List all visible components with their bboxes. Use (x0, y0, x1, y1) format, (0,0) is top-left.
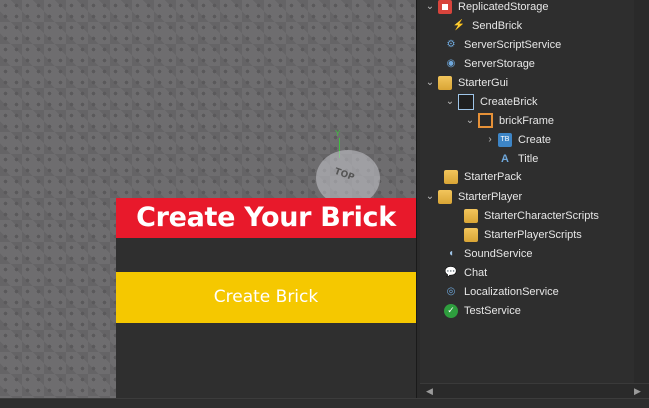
gizmo-y-axis-label: Y (335, 129, 341, 138)
tree-row-sound-service[interactable]: ◖ SoundService (444, 244, 649, 263)
tree-label: StarterPack (464, 170, 522, 183)
explorer-vertical-scrollbar[interactable] (634, 0, 649, 383)
tree-label: Create (518, 133, 552, 146)
tree-label: ServerScriptService (464, 38, 562, 51)
tree-row-starter-player[interactable]: ⌄ StarterPlayer (424, 187, 638, 206)
explorer-panel: ⌄ ReplicatedStorage ⚡ SendBrick ⚙ Server… (420, 0, 649, 398)
expand-arrow-icon[interactable]: ⌄ (424, 191, 436, 202)
tree-label: LocalizationService (464, 285, 559, 298)
tree-label: brickFrame (499, 114, 555, 127)
expand-arrow-icon[interactable]: ⌄ (464, 115, 476, 126)
server-script-service-icon: ⚙ (446, 39, 456, 50)
screen-gui-icon (458, 93, 474, 110)
expand-arrow-icon[interactable]: ⌄ (424, 1, 436, 12)
tree-label: StarterPlayerScripts (484, 228, 582, 241)
tree-row-server-storage[interactable]: ◉ ServerStorage (444, 54, 649, 73)
tree-row-starter-player-scripts[interactable]: StarterPlayerScripts (464, 225, 649, 244)
starter-pack-icon (444, 169, 458, 184)
test-service-icon: ✓ (444, 303, 458, 318)
starter-player-icon (438, 189, 452, 204)
tree-label: SendBrick (472, 19, 523, 32)
starter-gui-icon (438, 75, 452, 90)
tree-label: TestService (464, 304, 521, 317)
gui-title: Create Your Brick (116, 198, 416, 238)
tree-row-localization-service[interactable]: ◎ LocalizationService (444, 282, 649, 301)
tree-label: ReplicatedStorage (458, 0, 549, 13)
expand-arrow-icon[interactable]: ⌄ (444, 96, 456, 107)
tree-label: Chat (464, 266, 488, 279)
create-brick-button[interactable]: Create Brick (116, 272, 416, 323)
replicated-storage-icon (438, 0, 452, 14)
text-button-icon: TB (498, 132, 512, 147)
folder-icon (464, 227, 478, 242)
tree-label: StarterGui (458, 76, 509, 89)
tree-row-send-brick[interactable]: ⚡ SendBrick (452, 16, 649, 35)
expand-arrow-icon[interactable]: › (484, 134, 496, 145)
tree-label: StarterCharacterScripts (484, 209, 599, 222)
tree-row-brick-frame[interactable]: ⌄ brickFrame (464, 111, 649, 130)
tree-label: Title (518, 152, 539, 165)
localization-icon: ◎ (446, 286, 456, 297)
expand-arrow-icon[interactable]: ⌄ (424, 77, 436, 88)
folder-icon (464, 208, 478, 223)
tree-row-test-service[interactable]: ✓ TestService (444, 301, 649, 320)
remote-event-icon: ⚡ (452, 20, 466, 31)
tree-label: SoundService (464, 247, 533, 260)
frame-icon (478, 113, 493, 128)
explorer-horizontal-scrollbar[interactable]: ◀ ▶ (420, 383, 649, 399)
tree-row-starter-character-scripts[interactable]: StarterCharacterScripts (464, 206, 649, 225)
sound-service-icon: ◖ (447, 248, 455, 259)
scroll-left-icon[interactable]: ◀ (426, 386, 433, 397)
tree-row-chat[interactable]: 💬 Chat (444, 263, 649, 282)
tree-label: ServerStorage (464, 57, 535, 70)
tree-row-starter-pack[interactable]: StarterPack (444, 167, 649, 186)
tree-label: StarterPlayer (458, 190, 523, 203)
server-storage-icon: ◉ (446, 58, 456, 69)
tree-row-create[interactable]: › TB Create (484, 130, 649, 149)
3d-viewport[interactable]: Y TOP Create Your Brick Create Brick (0, 0, 416, 398)
tree-row-server-script-service[interactable]: ⚙ ServerScriptService (444, 35, 649, 54)
tree-label: CreateBrick (480, 95, 538, 108)
tree-row-replicated-storage[interactable]: ⌄ ReplicatedStorage (424, 0, 638, 16)
tree-row-title[interactable]: A Title (498, 149, 649, 168)
tree-row-starter-gui[interactable]: ⌄ StarterGui (424, 73, 638, 92)
text-label-icon: A (501, 152, 509, 165)
scroll-right-icon[interactable]: ▶ (634, 386, 641, 397)
chat-icon: 💬 (444, 267, 458, 278)
tree-row-create-brick[interactable]: ⌄ CreateBrick (444, 92, 649, 111)
